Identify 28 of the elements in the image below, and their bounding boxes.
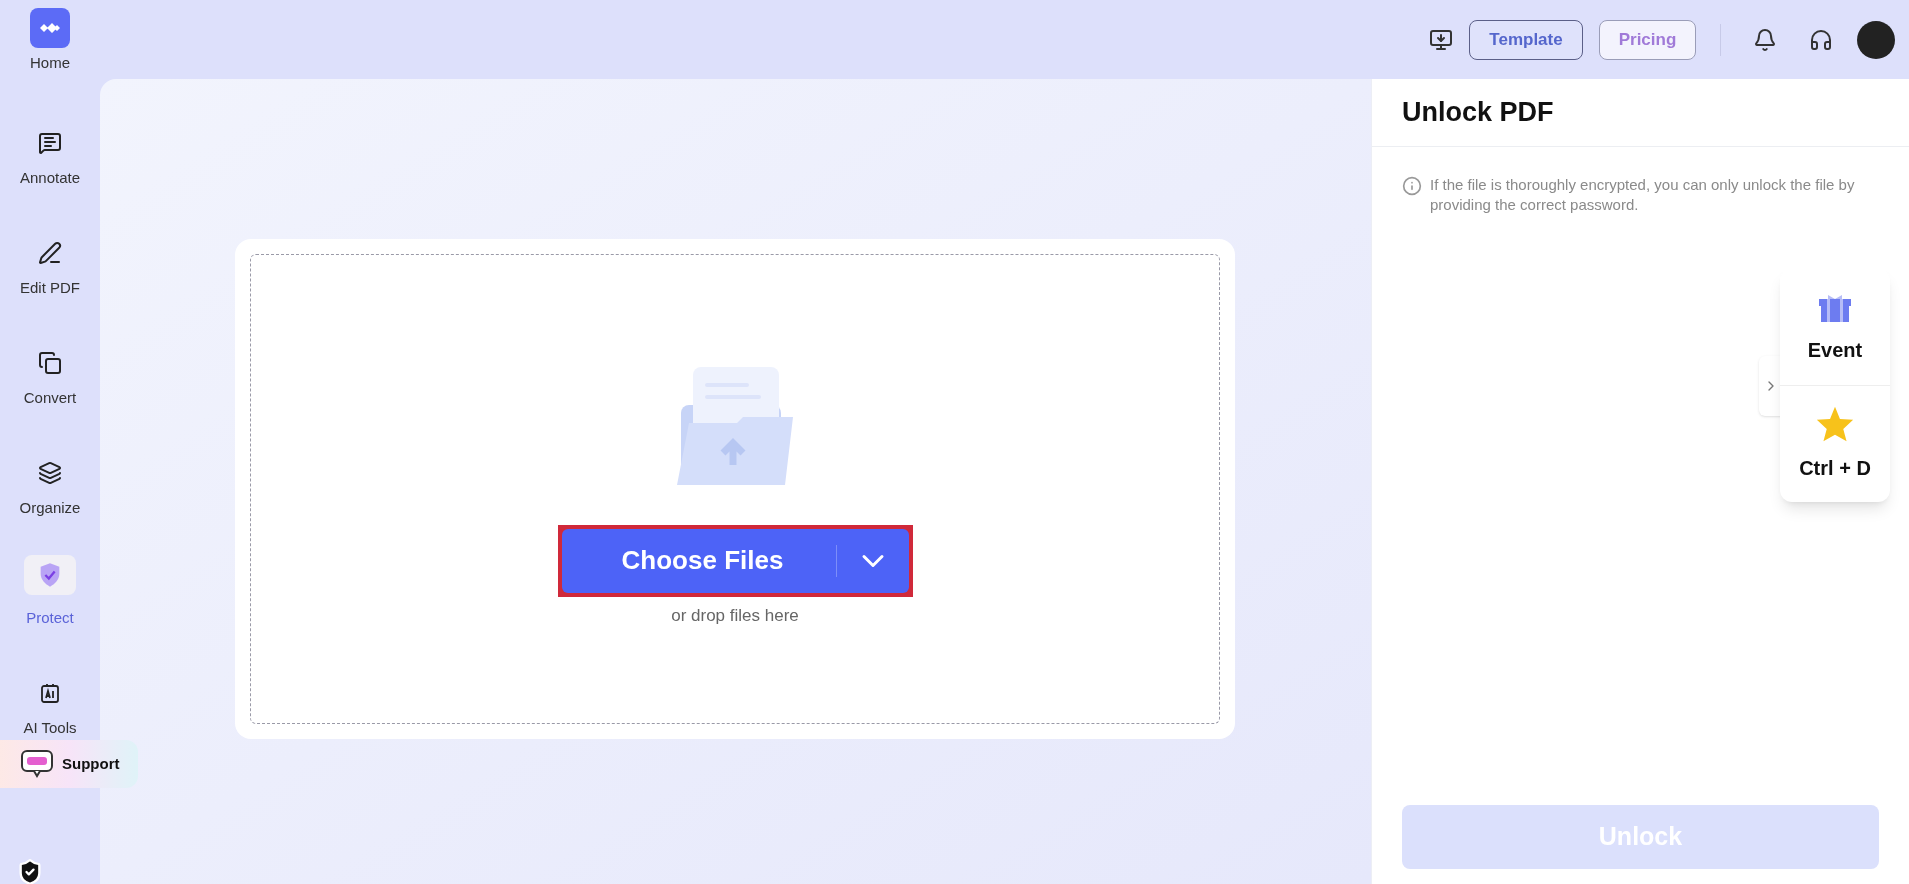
layers-icon (38, 460, 62, 485)
drop-zone[interactable]: Choose Files or drop files here (250, 253, 1220, 724)
notification-bell-icon[interactable] (1753, 27, 1777, 52)
choose-files-button[interactable]: Choose Files (561, 528, 909, 593)
support-button[interactable]: Support (0, 740, 138, 788)
sidebar-item[interactable]: Organize (2, 445, 98, 519)
download-icon[interactable] (1429, 27, 1453, 52)
sidebar-item[interactable]: Protect (2, 555, 98, 629)
drop-hint: or drop files here (671, 604, 799, 627)
float-menu-item[interactable]: Ctrl + D (1780, 384, 1890, 502)
shield-icon (24, 555, 76, 595)
support-chat-icon (20, 749, 54, 779)
float-menu-item[interactable]: Event (1780, 268, 1890, 385)
encryption-note: If the file is thoroughly encrypted, you can only unlock the file by providing the correct password. (1430, 175, 1856, 215)
app-logo-icon (30, 8, 70, 49)
sidebar-item[interactable]: AI Tools (2, 665, 98, 739)
sidebar-item[interactable]: Convert (2, 335, 98, 409)
copy-icon (38, 350, 62, 375)
home-button[interactable]: Home (30, 8, 70, 75)
user-avatar[interactable] (1857, 20, 1895, 59)
template-button[interactable]: Template (1469, 19, 1583, 60)
pen-icon (38, 240, 62, 265)
info-icon (1402, 176, 1422, 196)
sidebar-item[interactable]: Edit PDF (2, 225, 98, 299)
sidebar-item[interactable]: Annotate (2, 115, 98, 189)
chat-icon (38, 130, 62, 155)
panel-title: Unlock PDF (1402, 96, 1554, 130)
headset-icon[interactable] (1809, 27, 1833, 52)
